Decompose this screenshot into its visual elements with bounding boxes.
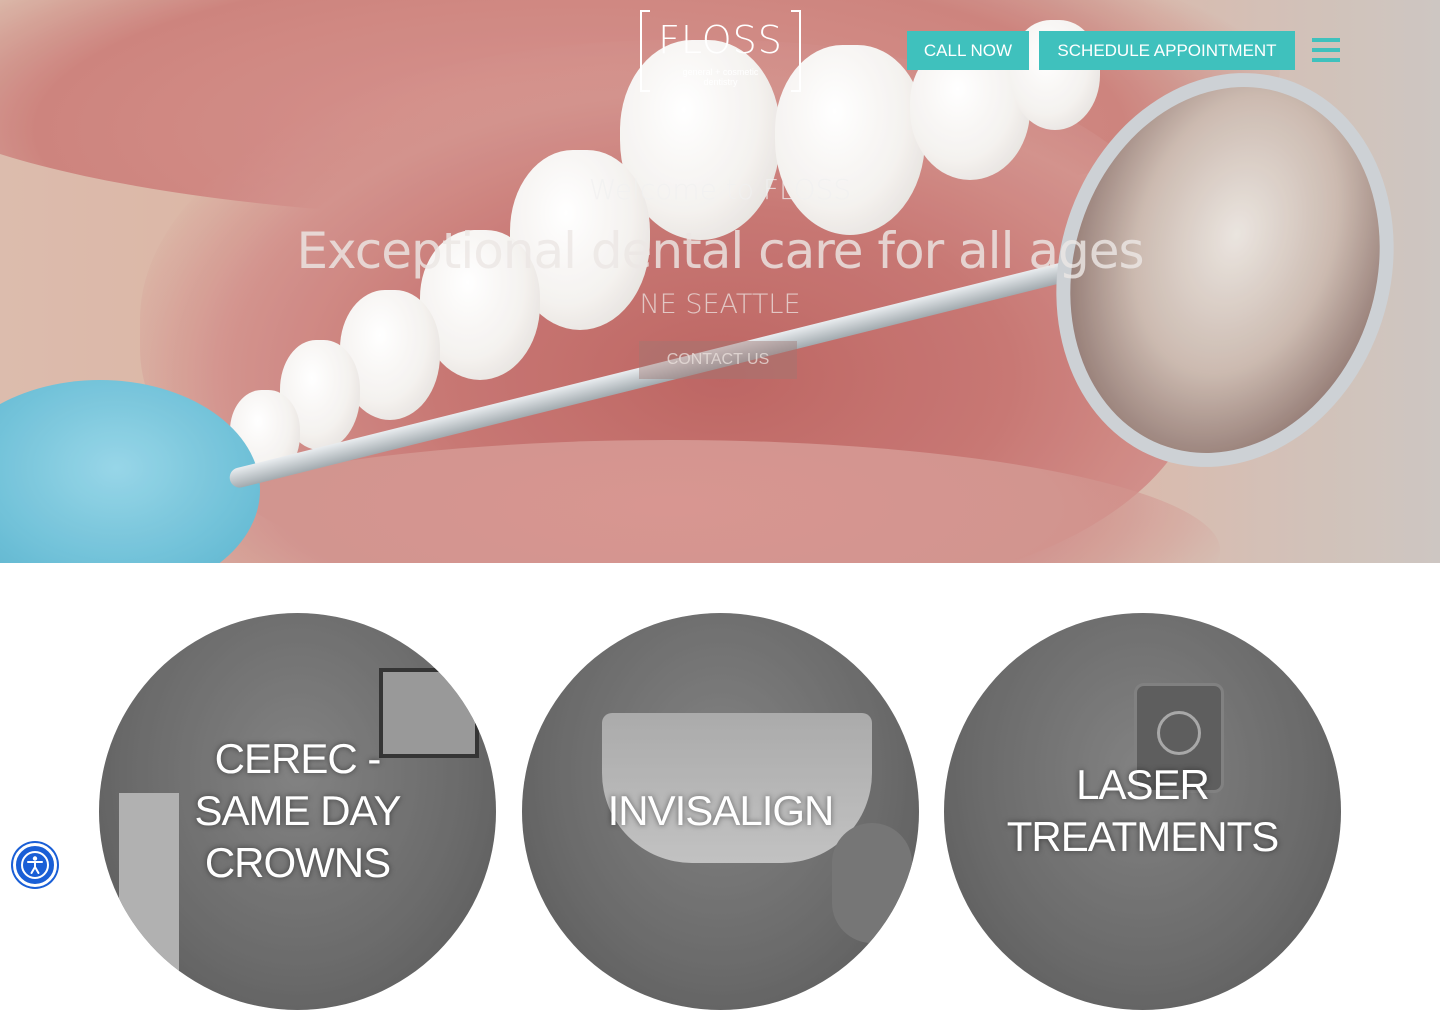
hero-banner: FLOSS general + cosmetic dentistry CALL … (0, 0, 1440, 563)
hero-headline: Exceptional dental care for all ages (296, 222, 1144, 280)
hamburger-icon[interactable] (1312, 38, 1340, 62)
contact-us-button[interactable]: CONTACT US (639, 341, 797, 379)
hero-welcome: Welcome to FLOSS (588, 173, 852, 206)
service-label-line: CROWNS (204, 839, 391, 886)
service-cerec[interactable]: CEREC - SAME DAY CROWNS (99, 613, 496, 1010)
service-label: INVISALIGN (522, 785, 919, 837)
service-label: LASER TREATMENTS (944, 759, 1341, 863)
service-label-line: SAME DAY (194, 787, 402, 834)
service-invisalign[interactable]: INVISALIGN (522, 613, 919, 1010)
service-label-line: TREATMENTS (1006, 813, 1280, 860)
service-label: CEREC - SAME DAY CROWNS (99, 733, 496, 889)
call-now-button[interactable]: CALL NOW (907, 31, 1029, 70)
logo-tagline: general + cosmetic dentistry (640, 67, 801, 87)
accessibility-figure-icon (21, 851, 49, 879)
logo-name: FLOSS (658, 18, 783, 62)
logo[interactable]: FLOSS general + cosmetic dentistry (640, 10, 801, 92)
service-laser[interactable]: LASER TREATMENTS (944, 613, 1341, 1010)
service-label-line: LASER (1076, 761, 1210, 808)
hero-location: NE SEATTLE (639, 289, 801, 320)
service-label-line: INVISALIGN (607, 787, 835, 834)
logo-tagline-line-1: general + cosmetic (682, 67, 759, 77)
schedule-appointment-button[interactable]: SCHEDULE APPOINTMENT (1039, 31, 1295, 70)
service-label-line: CEREC - (214, 735, 382, 782)
accessibility-icon[interactable] (13, 843, 57, 887)
logo-tagline-line-2: dentistry (703, 77, 738, 87)
